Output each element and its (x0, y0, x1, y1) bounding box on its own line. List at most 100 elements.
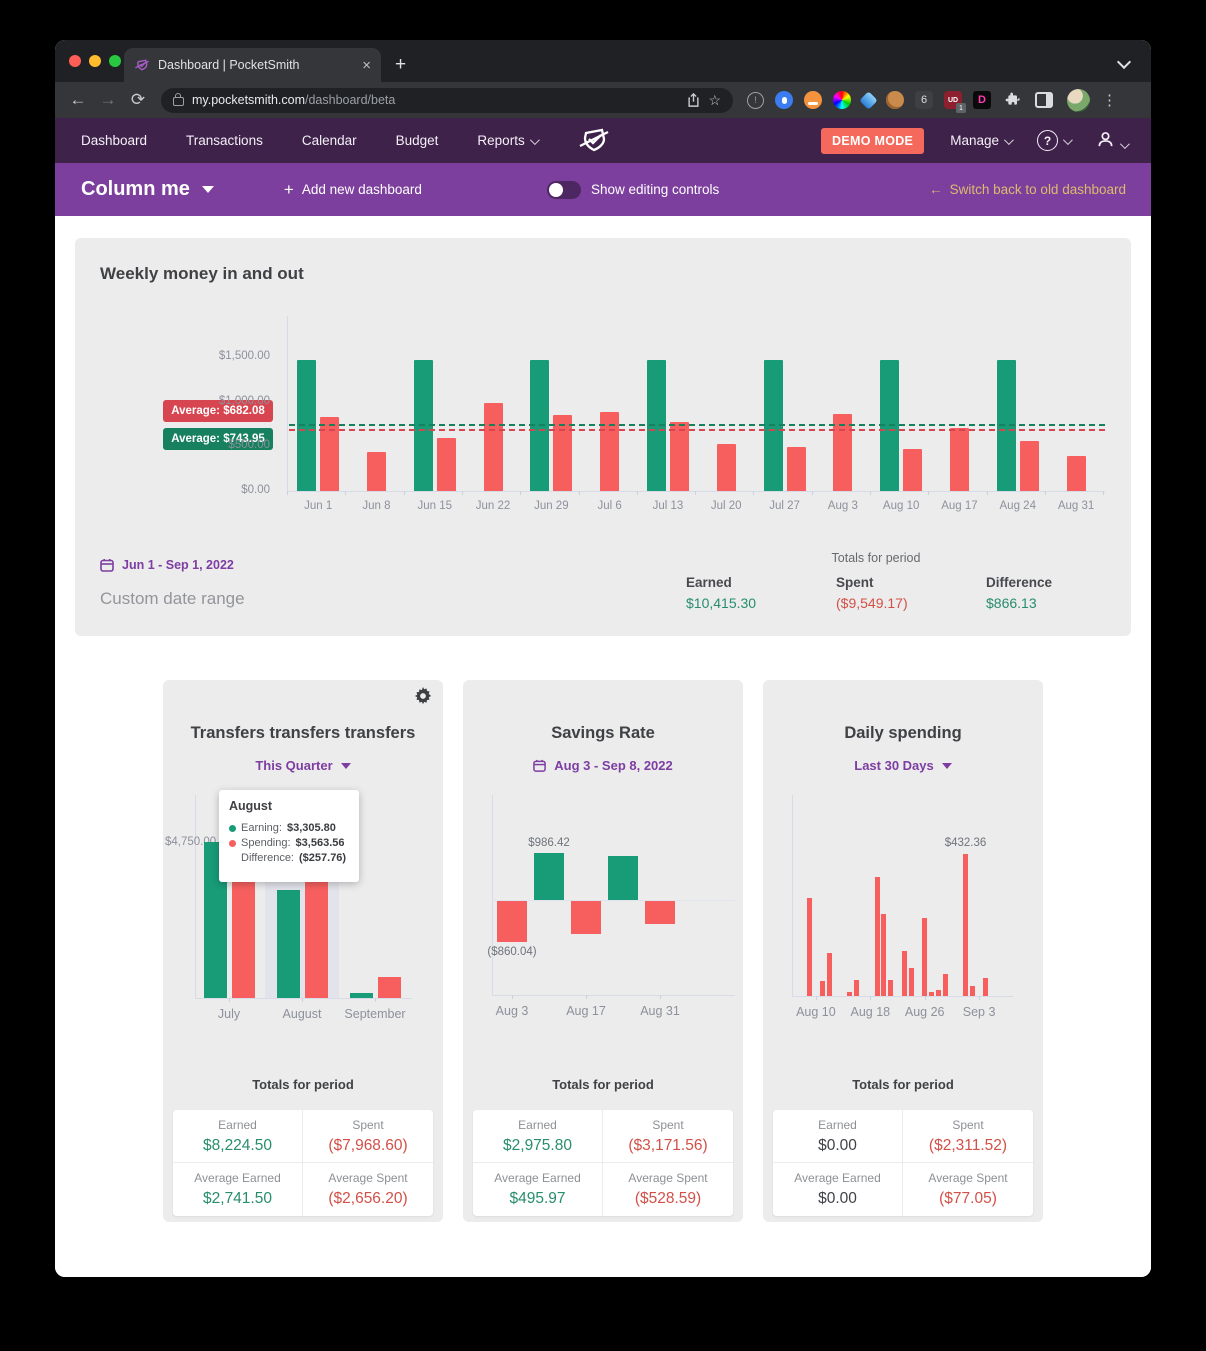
six-extension-icon[interactable]: 6 (915, 91, 933, 109)
earning-bar (349, 993, 373, 998)
value: ($528.59) (634, 1190, 702, 1207)
value: $495.97 (509, 1190, 566, 1207)
widget-title: Daily spending (844, 724, 962, 742)
weekly-money-widget: Weekly money in and out Average: $682.08… (75, 238, 1131, 636)
back-button[interactable]: ← (65, 90, 91, 110)
date-range-label: Jun 1 - Sep 1, 2022 (122, 558, 234, 572)
password-manager-extension-icon[interactable] (775, 91, 793, 109)
difference-column: Difference $866.13 (986, 575, 1066, 611)
spending-bar (942, 974, 948, 996)
label: Spent (652, 1117, 684, 1132)
x-axis-label: Aug 17 (566, 1004, 606, 1018)
nav-calendar[interactable]: Calendar (302, 133, 357, 148)
help-menu[interactable]: ? (1037, 130, 1073, 151)
pocketsmith-logo-icon[interactable] (577, 127, 611, 156)
spending-bar (483, 402, 503, 491)
nav-dashboard[interactable]: Dashboard (81, 133, 147, 148)
help-icon: ? (1037, 130, 1058, 151)
daily-spending-chart: Aug 10 Aug 18 Aug 26 Sep 3 $432.36 (763, 790, 1043, 1020)
forward-button[interactable]: → (95, 90, 121, 110)
cloud-extension-icon[interactable] (804, 91, 822, 109)
date-range-control[interactable]: Aug 3 - Sep 8, 2022 (463, 758, 743, 773)
minimize-window-button[interactable] (89, 55, 101, 67)
x-axis-line (195, 998, 412, 999)
bar-group (522, 318, 580, 491)
x-axis-tick (1044, 491, 1046, 495)
new-tab-button[interactable]: + (395, 54, 406, 76)
shield-extension-icon[interactable]: UD 1 (944, 91, 966, 113)
x-axis-tick (815, 996, 817, 1000)
totals-heading: Totals for period (831, 551, 921, 565)
switch-back-link[interactable]: ← Switch back to old dashboard (929, 182, 1126, 197)
savings-rate-widget: Savings Rate Aug 3 - Sep 8, 2022 Aug 3 Au… (463, 680, 743, 1222)
account-menu[interactable] (1096, 130, 1130, 152)
x-axis-tick (811, 491, 813, 495)
x-axis-label: September (344, 1007, 406, 1021)
d-extension-icon[interactable]: D (973, 91, 991, 109)
spending-bar (366, 452, 386, 491)
side-panel-icon[interactable] (1035, 92, 1053, 108)
x-axis-label: Aug 3 (827, 500, 858, 512)
period-selector[interactable]: This Quarter (163, 758, 443, 773)
earned-cell: Earned $0.00 (773, 1110, 903, 1163)
x-axis-label: Aug 17 (941, 500, 978, 512)
positive-bar (534, 853, 564, 900)
close-window-button[interactable] (69, 55, 81, 67)
reload-button[interactable]: ⟳ (125, 90, 151, 110)
nav-reports[interactable]: Reports (477, 133, 540, 148)
avg-earned-cell: Average Earned $2,741.50 (173, 1163, 303, 1216)
value: $2,975.80 (503, 1136, 572, 1154)
page-blocked-icon[interactable]: ! (747, 91, 764, 109)
avg-earned-cell: Average Earned $495.97 (473, 1163, 603, 1216)
chevron-down-icon (529, 135, 540, 146)
color-wheel-extension-icon[interactable] (833, 91, 851, 109)
x-axis-tick (287, 491, 288, 495)
spending-bar (929, 992, 934, 996)
maximize-window-button[interactable] (109, 55, 121, 67)
value: ($7,968.60) (328, 1136, 408, 1154)
puzzle-extensions-icon[interactable] (1005, 92, 1021, 108)
cookie-extension-icon[interactable] (886, 91, 904, 109)
x-axis-label: Jun 1 (304, 500, 333, 512)
editing-controls-toggle[interactable] (546, 180, 581, 199)
nav-transactions[interactable]: Transactions (186, 133, 263, 148)
gem-extension-icon[interactable] (859, 90, 878, 110)
person-icon (1098, 131, 1113, 146)
browser-tab[interactable]: Dashboard | PocketSmith × (124, 48, 381, 82)
url-text[interactable]: my.pocketsmith.com/dashboard/beta (192, 93, 679, 107)
nav-budget[interactable]: Budget (396, 133, 439, 148)
totals-for-period: Totals for period Earned $10,415.30 Spen… (686, 551, 1066, 611)
tab-close-icon[interactable]: × (362, 57, 371, 74)
spending-bar (901, 951, 907, 996)
address-bar[interactable]: my.pocketsmith.com/dashboard/beta ☆ (161, 87, 733, 113)
x-axis-tick (924, 996, 926, 1000)
browser-menu-icon[interactable]: ⋮ (1102, 91, 1117, 109)
bar-value-label: ($860.04) (487, 945, 537, 958)
totals-row: Earned $10,415.30 Spent ($9,549.17) Diff… (686, 575, 1066, 611)
spending-bar (854, 979, 860, 996)
bar-group (814, 318, 872, 491)
gear-icon[interactable] (414, 687, 432, 710)
label: Average Spent (328, 1171, 408, 1185)
chart-tooltip: August Earning: $3,305.80 Spending: $3,563… (219, 790, 359, 882)
profile-avatar[interactable] (1067, 88, 1090, 112)
x-axis-label: Aug 10 (882, 500, 920, 512)
x-axis-tick (375, 998, 376, 1002)
bar-group (989, 318, 1047, 491)
bookmark-star-icon[interactable]: ☆ (708, 92, 721, 109)
manage-menu[interactable]: Manage (950, 133, 1014, 148)
date-range-label: Aug 3 - Sep 8, 2022 (554, 758, 673, 773)
value: $0.00 (818, 1190, 857, 1207)
period-selector[interactable]: Last 30 Days (763, 758, 1043, 773)
x-axis-tick (870, 491, 871, 495)
tab-search-chevron-icon[interactable] (1116, 54, 1132, 70)
add-dashboard-button[interactable]: + Add new dashboard (284, 180, 422, 200)
y-axis-label: $1,000.00 (218, 394, 270, 407)
dashboard-selector[interactable]: Column me (81, 178, 214, 201)
earning-label: Earning: (241, 822, 282, 834)
spending-bar (949, 428, 969, 491)
x-axis-tick (1103, 491, 1105, 495)
share-icon[interactable] (687, 93, 700, 107)
nav-reports-label: Reports (477, 133, 525, 148)
x-axis-tick (586, 995, 587, 999)
